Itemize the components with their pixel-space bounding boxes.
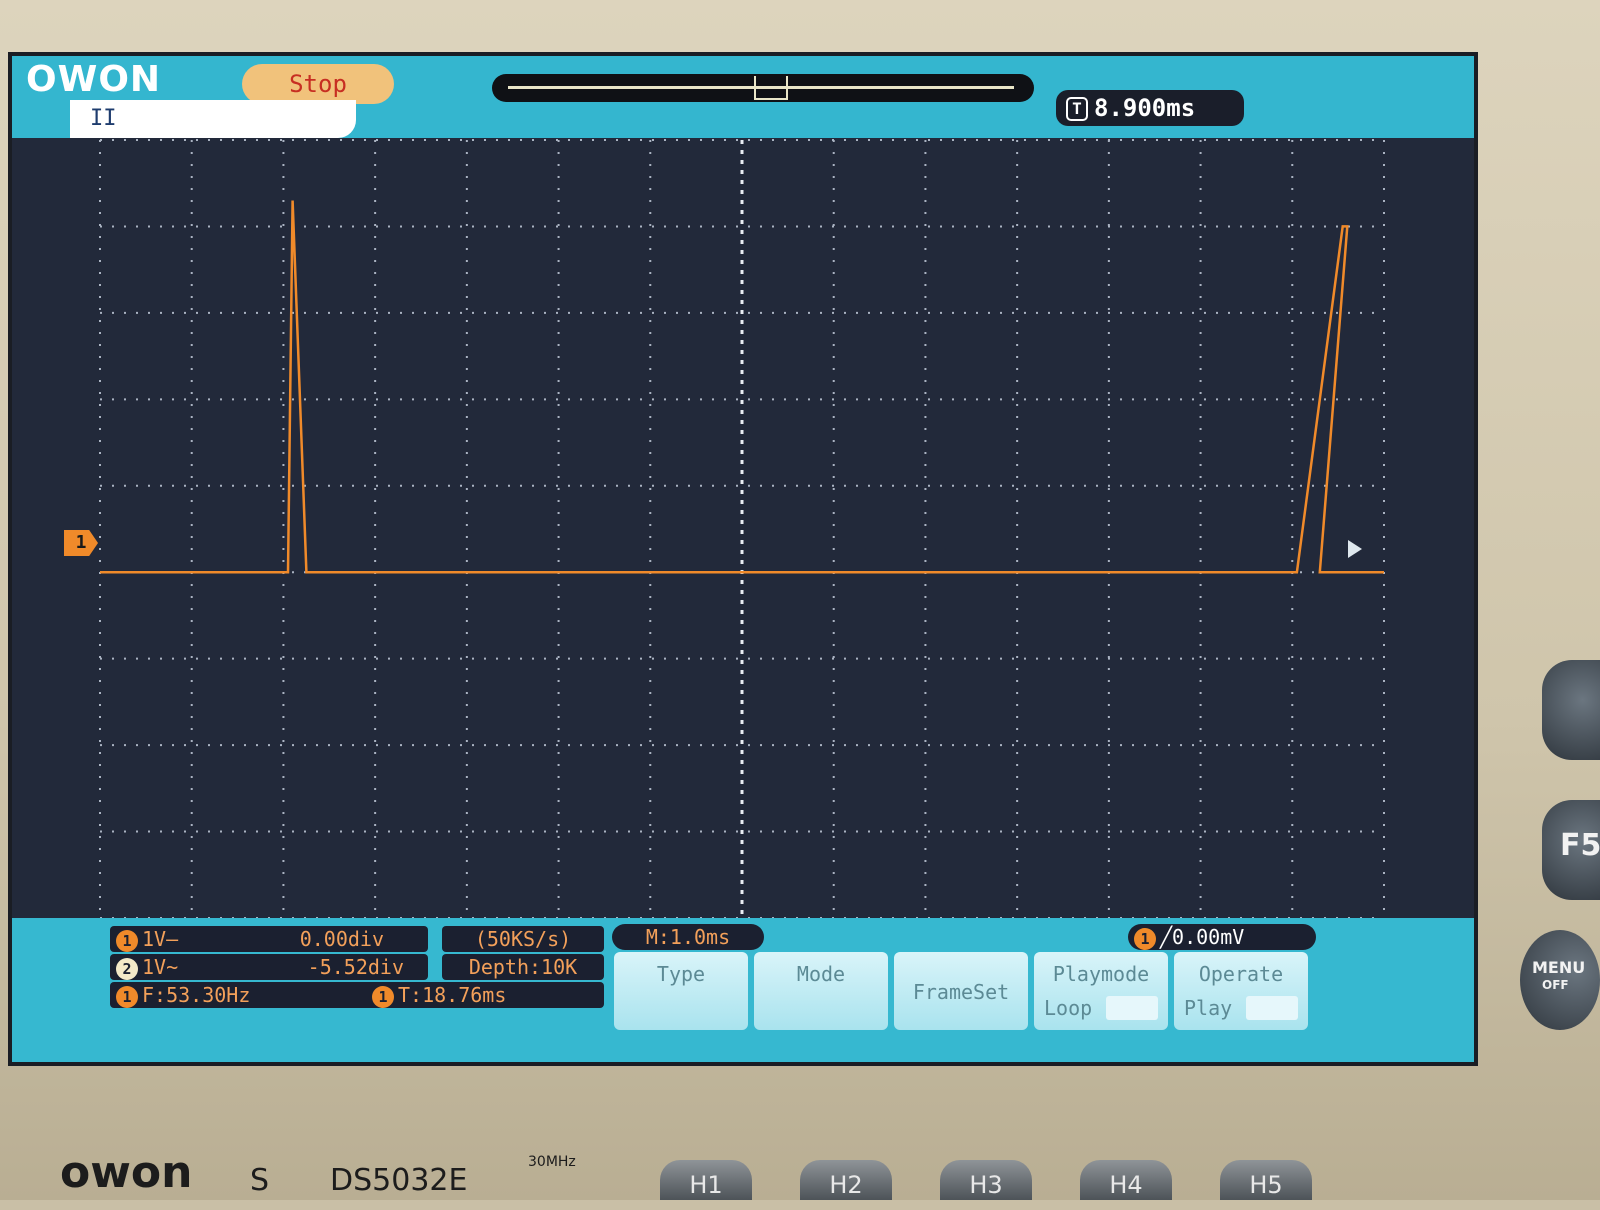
model-label: DS5032E bbox=[330, 1163, 468, 1198]
side-key-f4[interactable] bbox=[1542, 660, 1600, 760]
function-key-h3[interactable]: H3 bbox=[940, 1160, 1032, 1200]
sample-rate: (50KS/s) bbox=[442, 926, 604, 952]
timebase-readout: M:1.0ms bbox=[612, 924, 764, 950]
period-badge: 1 bbox=[372, 985, 394, 1008]
menu-type-label: Type bbox=[656, 962, 706, 986]
menu-off-button[interactable]: MENU OFF bbox=[1520, 930, 1600, 1030]
channel-1-offset: 0.00div bbox=[299, 927, 384, 951]
frequency-value: F:53.30Hz bbox=[142, 983, 251, 1007]
menu-mode-label: Mode bbox=[796, 962, 846, 986]
trigger-level-marker bbox=[1348, 540, 1362, 558]
bandwidth-label: 30MHz bbox=[528, 1154, 576, 1170]
menu-playmode-label: Playmode bbox=[1052, 962, 1150, 986]
record-depth: Depth:10K bbox=[442, 954, 604, 980]
menu-playmode-button[interactable]: Playmode Loop bbox=[1034, 952, 1168, 1030]
menu-operate-button[interactable]: Operate Play bbox=[1174, 952, 1308, 1030]
function-key-h5[interactable]: H5 bbox=[1220, 1160, 1312, 1200]
menu-operate-value: Play bbox=[1184, 996, 1233, 1020]
trigger-level-readout: 1 ╱0.00mV bbox=[1128, 924, 1316, 950]
measurement-readout: 1 F:53.30Hz 1 T:18.76ms bbox=[110, 982, 604, 1008]
channel-1-coupling: 1V– bbox=[142, 927, 179, 951]
measure-badge: 1 bbox=[116, 985, 138, 1008]
period-value: T:18.76ms bbox=[398, 983, 507, 1007]
channel-1-setting: 1 1V– 0.00div bbox=[110, 926, 428, 952]
channel-2-setting: 2 1V~ -5.52div bbox=[110, 954, 428, 980]
side-key-f5[interactable]: F5 bbox=[1542, 800, 1600, 900]
menu-playmode-slot bbox=[1106, 996, 1158, 1020]
menu-type-button[interactable]: Type bbox=[614, 952, 748, 1030]
function-key-h2[interactable]: H2 bbox=[800, 1160, 892, 1200]
channel-2-offset: -5.52div bbox=[307, 955, 404, 979]
menu-playmode-value: Loop bbox=[1044, 996, 1093, 1020]
channel-2-coupling: 1V~ bbox=[142, 955, 179, 979]
trigger-source-badge: 1 bbox=[1134, 927, 1156, 950]
menu-label: MENU bbox=[1532, 958, 1586, 977]
series-label: S bbox=[250, 1163, 270, 1198]
channel-2-badge: 2 bbox=[116, 957, 138, 980]
function-key-h4[interactable]: H4 bbox=[1080, 1160, 1172, 1200]
menu-operate-label: Operate bbox=[1198, 962, 1284, 986]
oscilloscope-screen: OWON Stop T 8.900ms II 1 1 1V– 0.00div 2 1V… bbox=[8, 52, 1478, 1066]
off-label: OFF bbox=[1542, 978, 1569, 992]
f5-label: F5 bbox=[1560, 828, 1600, 863]
owon-brand-logo: owon bbox=[60, 1147, 193, 1198]
menu-operate-slot bbox=[1246, 996, 1298, 1020]
channel-1-trace bbox=[100, 200, 1384, 574]
rising-edge-icon: ╱ bbox=[1160, 925, 1173, 949]
function-key-h1[interactable]: H1 bbox=[660, 1160, 752, 1200]
menu-mode-button[interactable]: Mode bbox=[754, 952, 888, 1030]
trigger-level-value: 0.00mV bbox=[1172, 925, 1245, 949]
bottom-info-panel: 1 1V– 0.00div 2 1V~ -5.52div (50KS/s) Dept… bbox=[12, 918, 1474, 1062]
channel-1-badge: 1 bbox=[116, 929, 138, 952]
menu-frameset-label: FrameSet bbox=[912, 980, 1010, 1004]
waveform-display bbox=[99, 139, 1385, 919]
menu-frameset-button[interactable]: FrameSet bbox=[894, 952, 1028, 1030]
